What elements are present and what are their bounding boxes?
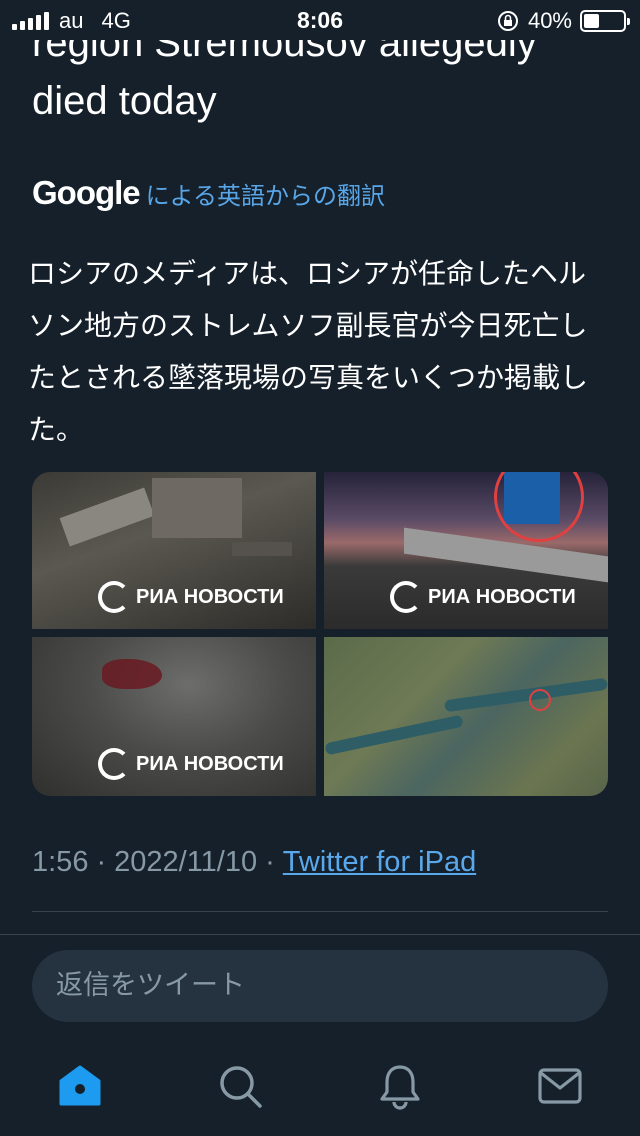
google-logo: Google: [32, 174, 141, 211]
headline-line-2: died today: [32, 79, 217, 123]
meta-separator: ·: [265, 846, 275, 878]
headline-line-1: region Stremousov allegedly: [32, 40, 537, 65]
watermark: РИА НОВОСТИ: [98, 748, 284, 780]
divider: [0, 934, 640, 935]
media-photo-1[interactable]: РИА НОВОСТИ: [32, 472, 316, 629]
status-bar: au 4G 8:06 40%: [0, 0, 640, 40]
translate-label[interactable]: による英語からの翻訳: [146, 176, 385, 211]
translation-attribution[interactable]: Google による英語からの翻訳: [32, 174, 385, 212]
media-photo-4-map[interactable]: [324, 637, 608, 796]
tab-notifications[interactable]: [376, 1062, 424, 1110]
tweet-meta: 1:56 · 2022/11/10 · Twitter for iPad: [32, 846, 476, 879]
tweet-original-text: region Stremousov allegedly died today: [32, 40, 612, 130]
notifications-icon: [380, 1065, 420, 1110]
tab-home[interactable]: [56, 1062, 104, 1110]
media-photo-2[interactable]: РИА НОВОСТИ: [324, 472, 608, 629]
tab-search[interactable]: [216, 1062, 264, 1110]
battery-icon: [580, 10, 630, 32]
watermark: РИА НОВОСТИ: [98, 581, 284, 613]
meta-separator: ·: [96, 846, 107, 878]
home-icon: [59, 1065, 101, 1106]
translated-text: ロシアのメディアは、ロシアが任命したヘルソン地方のストレムソフ副長官が今日死亡し…: [28, 257, 589, 446]
media-grid: РИА НОВОСТИ РИА НОВОСТИ РИА НОВОСТИ: [32, 472, 608, 796]
media-photo-3[interactable]: РИА НОВОСТИ: [32, 637, 316, 796]
rotation-lock-icon: [497, 11, 518, 31]
tweet-date: 2022/11/10: [114, 846, 258, 878]
watermark: РИА НОВОСТИ: [390, 581, 576, 613]
search-icon: [220, 1066, 262, 1108]
tweet-source-link[interactable]: Twitter for iPad: [283, 846, 476, 879]
battery-percent: 40%: [527, 8, 572, 33]
tweet-time: 1:56: [32, 846, 89, 878]
reply-input[interactable]: 返信をツイート: [32, 950, 608, 1022]
divider: [32, 911, 608, 912]
tab-bar: [0, 1040, 640, 1136]
tab-messages[interactable]: [536, 1062, 584, 1110]
messages-icon: [538, 1068, 582, 1104]
